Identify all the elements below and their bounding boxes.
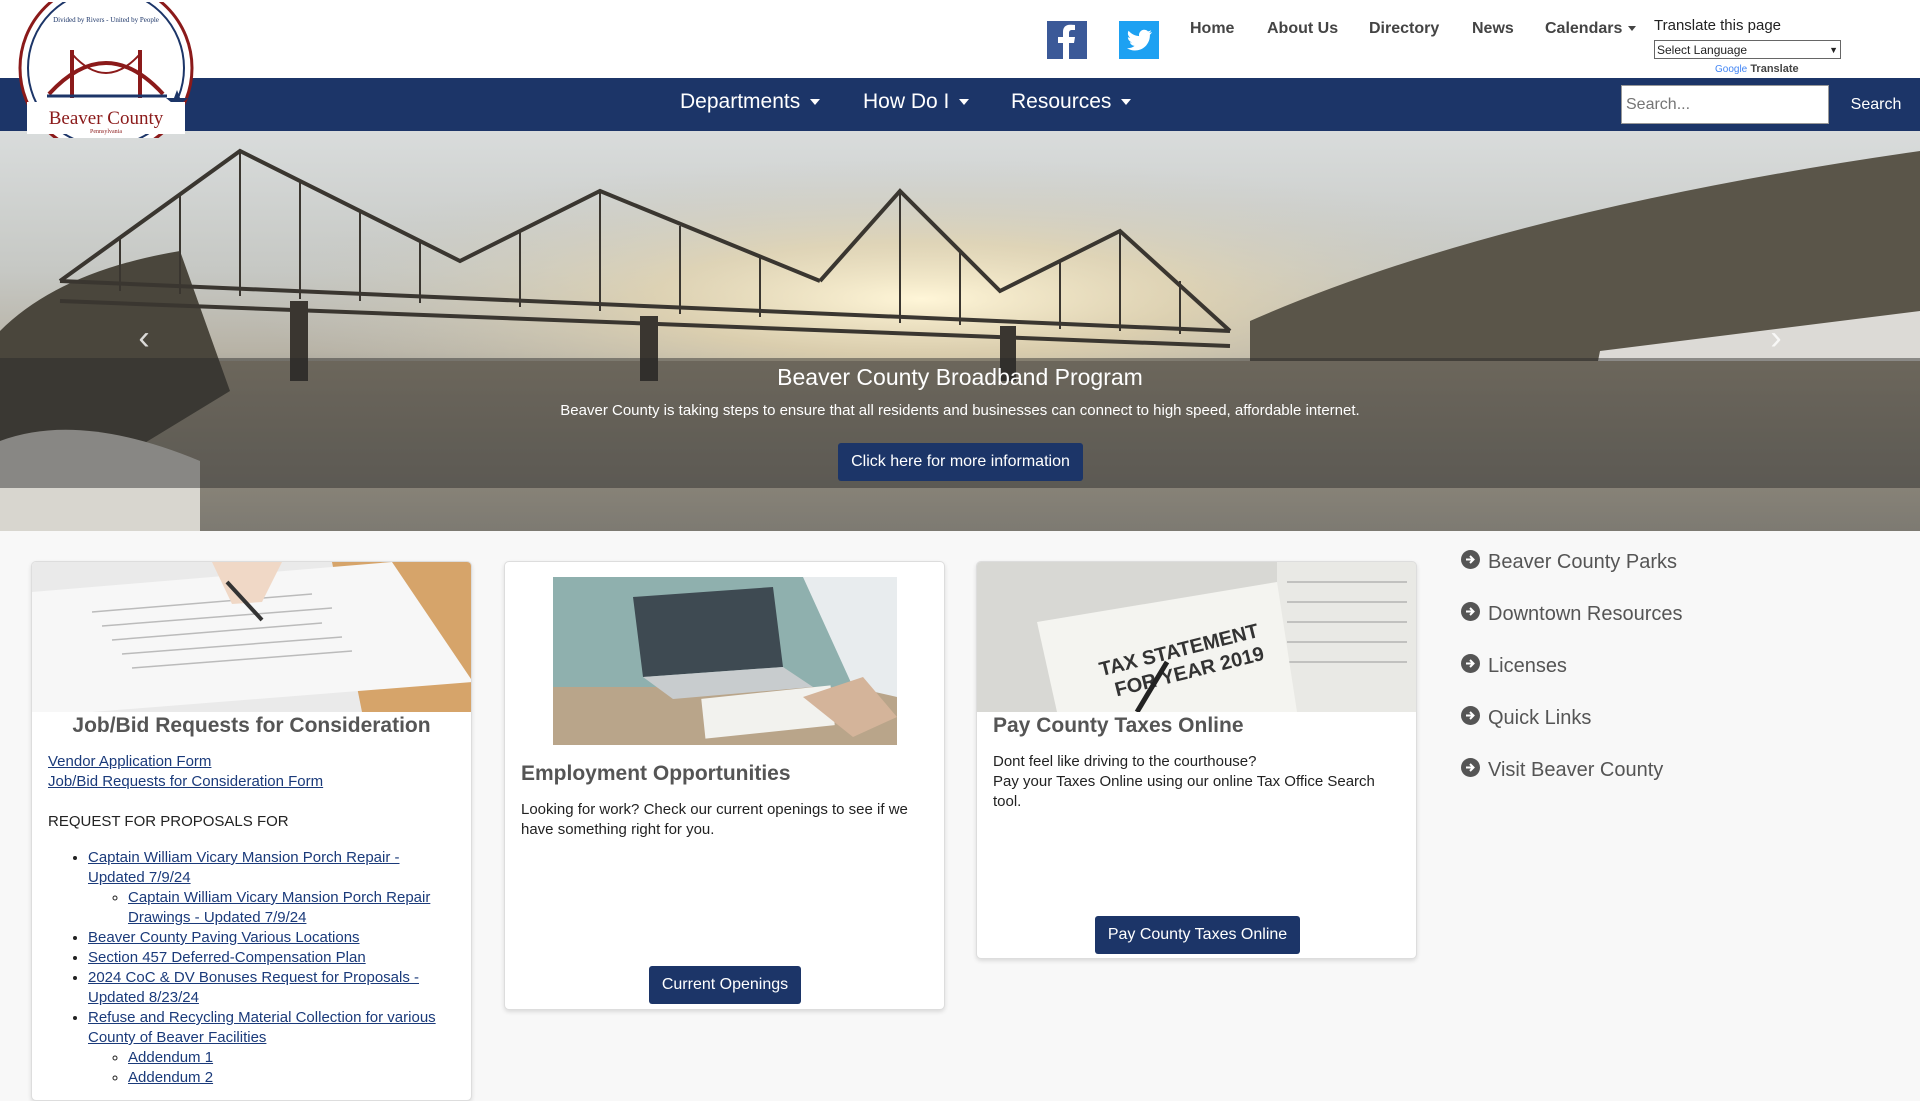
rfp-section457-link[interactable]: Section 457 Deferred-Compensation Plan	[88, 949, 366, 966]
tax-statement-photo: TAX STATEMENT FOR YEAR 2019	[977, 562, 1416, 712]
quick-link-label: Downtown Resources	[1488, 603, 1683, 625]
calendars-dropdown[interactable]: Calendars	[1545, 20, 1637, 38]
nav-how-do-i[interactable]: How Do I	[863, 90, 970, 114]
nav-resources[interactable]: Resources	[1011, 90, 1132, 114]
taxes-line-2: Pay your Taxes Online using our online T…	[993, 773, 1375, 810]
language-select-value: Select Language	[1657, 42, 1748, 57]
news-link[interactable]: News	[1472, 20, 1514, 38]
calendars-label: Calendars	[1545, 20, 1623, 37]
carousel-prev-icon[interactable]: ‹	[132, 319, 156, 359]
directory-link[interactable]: Directory	[1369, 20, 1439, 38]
translate-label: Translate this page	[1654, 17, 1782, 34]
search-input[interactable]	[1621, 85, 1829, 124]
logo-state: Pennsylvania	[90, 129, 122, 135]
quick-link-label: Visit Beaver County	[1488, 759, 1664, 781]
hero-more-info-button[interactable]: Click here for more information	[838, 443, 1083, 481]
rfp-list: Captain William Vicary Mansion Porch Rep…	[88, 848, 455, 1088]
list-item: Captain William Vicary Mansion Porch Rep…	[128, 888, 455, 928]
nav-departments[interactable]: Departments	[680, 90, 821, 114]
rfp-coc-link[interactable]: 2024 CoC & DV Bonuses Request for Propos…	[88, 969, 419, 1006]
taxes-title: Pay County Taxes Online	[993, 714, 1244, 737]
employment-card: Employment Opportunities Looking for wor…	[504, 561, 945, 1010]
quick-link-downtown[interactable]: Downtown Resources	[1461, 602, 1683, 626]
list-item: Refuse and Recycling Material Collection…	[88, 1008, 455, 1088]
chevron-down-icon	[810, 99, 821, 106]
chevron-down-icon	[1628, 26, 1637, 32]
list-item: 2024 CoC & DV Bonuses Request for Propos…	[88, 968, 455, 1008]
chevron-down-icon: ▼	[1829, 44, 1838, 55]
county-logo[interactable]: Beaver County Pennsylvania Divided by Ri…	[17, 0, 195, 156]
carousel-next-icon[interactable]: ›	[1764, 319, 1788, 359]
list-item: Addendum 1	[128, 1048, 455, 1068]
current-openings-button[interactable]: Current Openings	[649, 966, 801, 1004]
bids-title: Job/Bid Requests for Consideration	[72, 714, 431, 737]
rfp-mansion-link[interactable]: Captain William Vicary Mansion Porch Rep…	[88, 849, 400, 886]
vendor-application-link[interactable]: Vendor Application Form	[48, 753, 211, 770]
hero-carousel: Beaver County Broadband Program Beaver C…	[0, 131, 1920, 531]
taxes-line-1: Dont feel like driving to the courthouse…	[993, 753, 1257, 770]
quick-link-label: Licenses	[1488, 655, 1567, 677]
nav-departments-label: Departments	[680, 90, 801, 113]
list-item: Beaver County Paving Various Locations	[88, 928, 455, 948]
rfp-refuse-link[interactable]: Refuse and Recycling Material Collection…	[88, 1009, 436, 1046]
employment-title: Employment Opportunities	[521, 762, 791, 785]
rfp-mansion-drawings-link[interactable]: Captain William Vicary Mansion Porch Rep…	[128, 889, 430, 926]
nav-how-do-i-label: How Do I	[863, 90, 950, 113]
logo-motto: Divided by Rivers - United by People	[53, 16, 159, 24]
signing-document-photo	[32, 562, 471, 712]
quick-link-label: Beaver County Parks	[1488, 551, 1677, 573]
arrow-circle-right-icon	[1461, 602, 1480, 621]
arrow-circle-right-icon	[1461, 654, 1480, 673]
quick-link-parks[interactable]: Beaver County Parks	[1461, 550, 1677, 574]
search-button[interactable]: Search	[1836, 85, 1916, 124]
language-select[interactable]: Select Language ▼	[1654, 40, 1841, 59]
logo-text: Beaver County	[49, 108, 164, 129]
rfp-heading: REQUEST FOR PROPOSALS FOR	[48, 813, 289, 830]
top-bar: Home About Us Directory News Calendars T…	[0, 0, 1920, 78]
laptop-meeting-photo	[553, 577, 897, 745]
about-us-link[interactable]: About Us	[1267, 20, 1338, 38]
quick-link-quick-links[interactable]: Quick Links	[1461, 706, 1592, 730]
pay-taxes-button[interactable]: Pay County Taxes Online	[1095, 916, 1300, 954]
rfp-paving-link[interactable]: Beaver County Paving Various Locations	[88, 929, 360, 946]
google-text: Google	[1715, 64, 1748, 75]
arrow-circle-right-icon	[1461, 758, 1480, 777]
translate-text: Translate	[1750, 63, 1799, 75]
quick-link-licenses[interactable]: Licenses	[1461, 654, 1567, 678]
hero-title: Beaver County Broadband Program	[777, 364, 1143, 390]
employment-text: Looking for work? Check our current open…	[521, 801, 908, 838]
addendum-2-link[interactable]: Addendum 2	[128, 1069, 213, 1086]
quick-link-visit[interactable]: Visit Beaver County	[1461, 758, 1664, 782]
nav-resources-label: Resources	[1011, 90, 1112, 113]
addendum-1-link[interactable]: Addendum 1	[128, 1049, 213, 1066]
job-bid-form-link[interactable]: Job/Bid Requests for Consideration Form	[48, 773, 323, 790]
bids-card: Job/Bid Requests for Consideration Vendo…	[31, 561, 472, 1101]
list-item: Addendum 2	[128, 1068, 455, 1088]
chevron-down-icon	[1121, 99, 1132, 106]
list-item: Section 457 Deferred-Compensation Plan	[88, 948, 455, 968]
hero-text: Beaver County is taking steps to ensure …	[560, 402, 1360, 419]
twitter-icon[interactable]	[1119, 21, 1159, 59]
list-item: Captain William Vicary Mansion Porch Rep…	[88, 848, 455, 928]
chevron-down-icon	[959, 99, 970, 106]
home-link[interactable]: Home	[1190, 20, 1234, 38]
quick-link-label: Quick Links	[1488, 707, 1592, 729]
arrow-circle-right-icon	[1461, 550, 1480, 569]
facebook-icon[interactable]	[1047, 21, 1087, 59]
google-translate-branding[interactable]: Google Translate	[1715, 63, 1799, 75]
taxes-card: TAX STATEMENT FOR YEAR 2019 Pay County T…	[976, 561, 1417, 959]
arrow-circle-right-icon	[1461, 706, 1480, 725]
